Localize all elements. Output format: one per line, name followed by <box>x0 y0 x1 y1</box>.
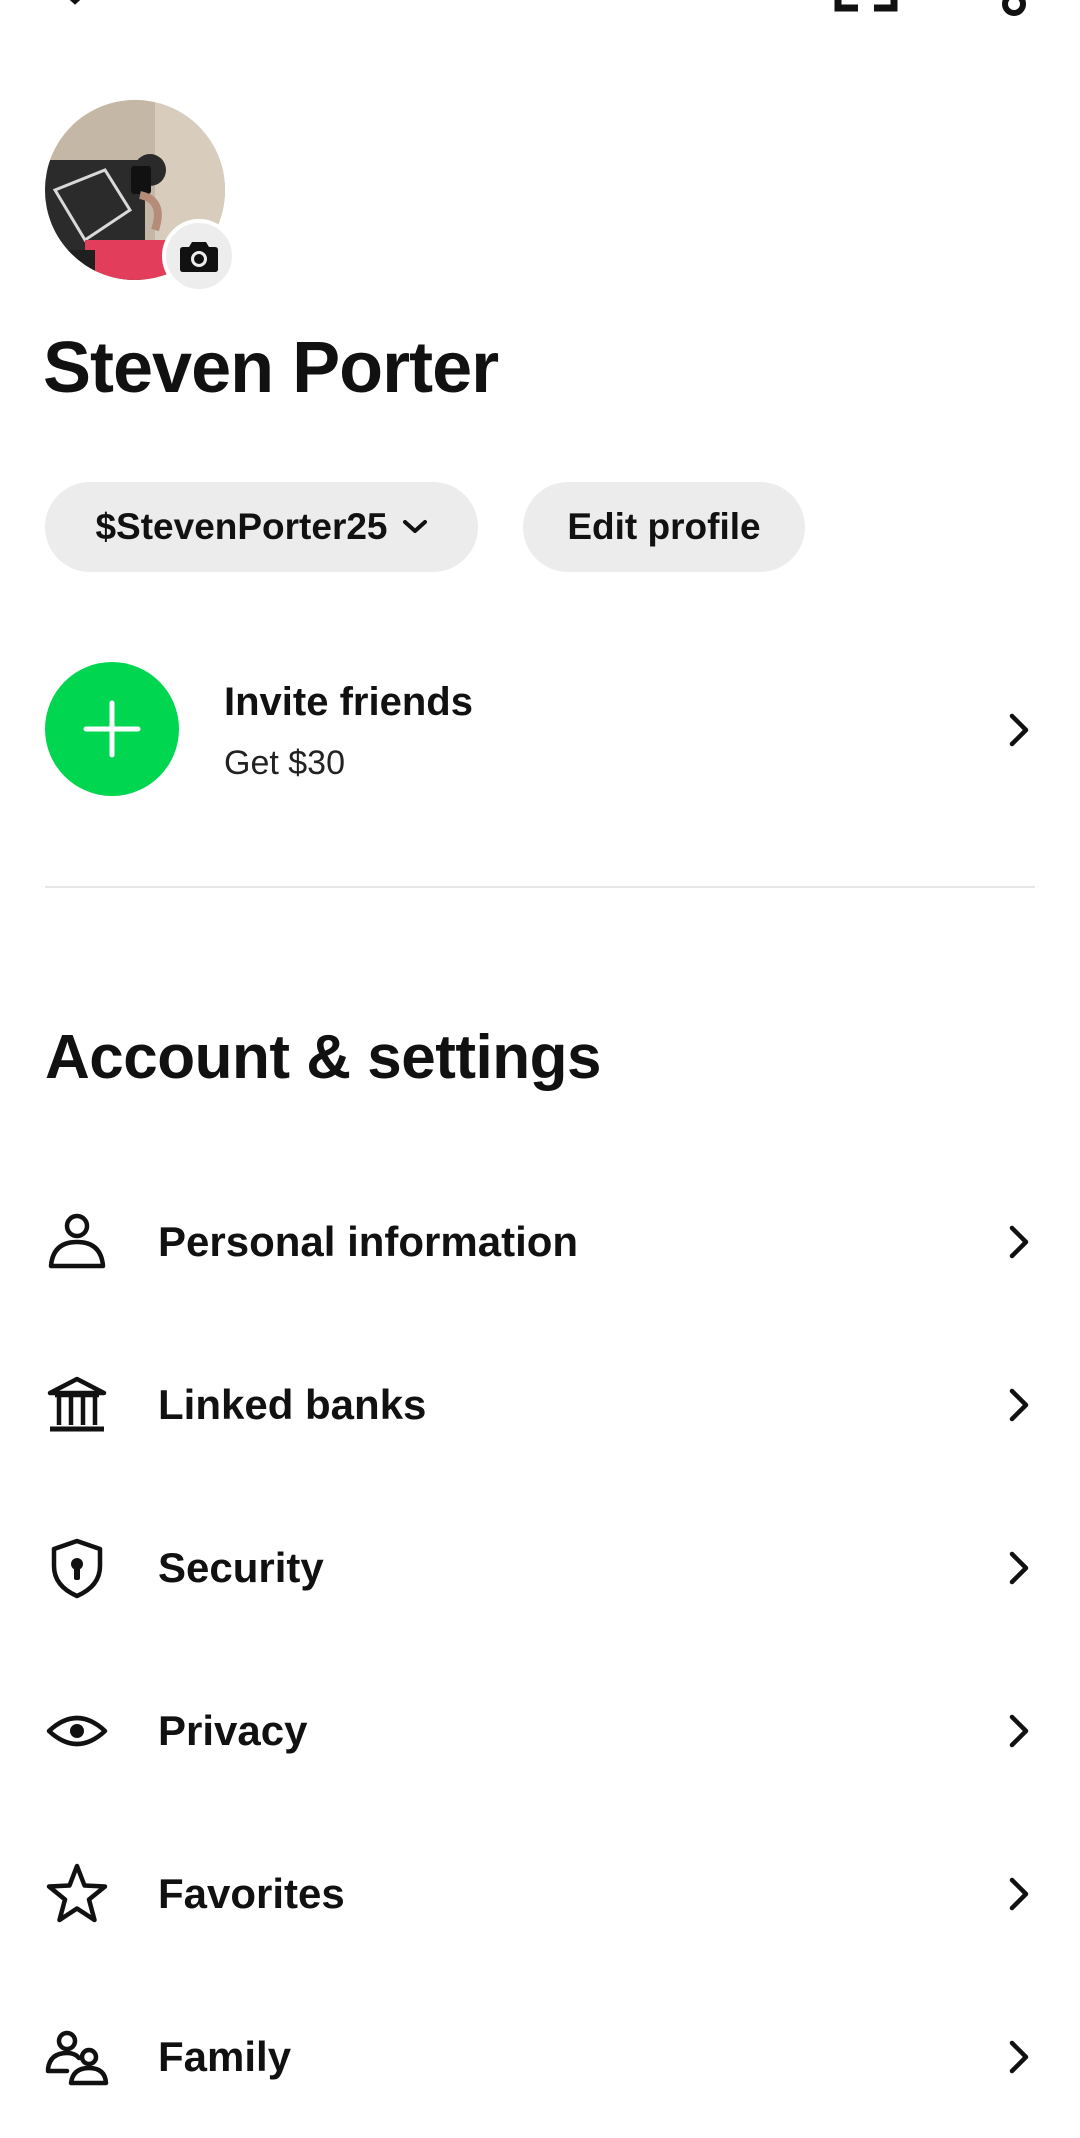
invite-friends-row[interactable]: Invite friends Get $30 <box>0 660 1080 800</box>
cashtag-button[interactable]: $StevenPorter25 <box>45 482 478 572</box>
settings-item-linked-banks[interactable]: Linked banks <box>0 1323 1080 1486</box>
bank-icon <box>47 1376 107 1431</box>
settings-item-label: Favorites <box>158 1869 345 1917</box>
edit-profile-button[interactable]: Edit profile <box>523 482 805 572</box>
settings-item-label: Privacy <box>158 1706 308 1754</box>
settings-item-personal-information[interactable]: Personal information <box>0 1160 1080 1323</box>
star-icon <box>46 1863 108 1922</box>
profile-name: Steven Porter <box>43 328 499 408</box>
camera-icon <box>180 242 218 272</box>
divider <box>45 886 1035 888</box>
close-icon[interactable] <box>45 0 105 18</box>
chevron-right-icon <box>1009 1388 1029 1421</box>
chevron-down-icon <box>402 519 428 535</box>
chevron-right-icon <box>1009 1225 1029 1258</box>
chevron-right-icon <box>1009 1551 1029 1584</box>
family-icon <box>45 2030 109 2085</box>
settings-icon[interactable] <box>992 0 1042 20</box>
settings-list: Personal information Linked banks Securi… <box>0 1160 1080 2138</box>
settings-item-label: Linked banks <box>158 1380 427 1428</box>
settings-item-favorites[interactable]: Favorites <box>0 1812 1080 1975</box>
qr-code-icon[interactable] <box>832 0 900 14</box>
shield-lock-icon <box>51 1538 103 1598</box>
eye-icon <box>46 1715 108 1746</box>
section-title-account-settings: Account & settings <box>45 1023 601 1092</box>
settings-item-label: Security <box>158 1543 324 1591</box>
settings-item-security[interactable]: Security <box>0 1486 1080 1649</box>
chevron-right-icon <box>1009 1714 1029 1747</box>
chevron-right-icon <box>1009 1877 1029 1910</box>
chevron-right-icon <box>1009 2040 1029 2073</box>
cashtag-label: $StevenPorter25 <box>95 506 388 547</box>
plus-icon <box>45 662 179 796</box>
settings-item-family[interactable]: Family <box>0 1975 1080 2138</box>
settings-item-privacy[interactable]: Privacy <box>0 1649 1080 1812</box>
invite-title: Invite friends <box>224 680 473 724</box>
settings-item-label: Personal information <box>158 1217 579 1265</box>
invite-subtitle: Get $30 <box>224 744 345 782</box>
change-photo-button[interactable] <box>162 219 236 293</box>
person-icon <box>48 1213 106 1268</box>
settings-item-label: Family <box>158 2032 292 2080</box>
top-bar <box>0 0 1080 40</box>
chevron-right-icon <box>1009 713 1029 747</box>
